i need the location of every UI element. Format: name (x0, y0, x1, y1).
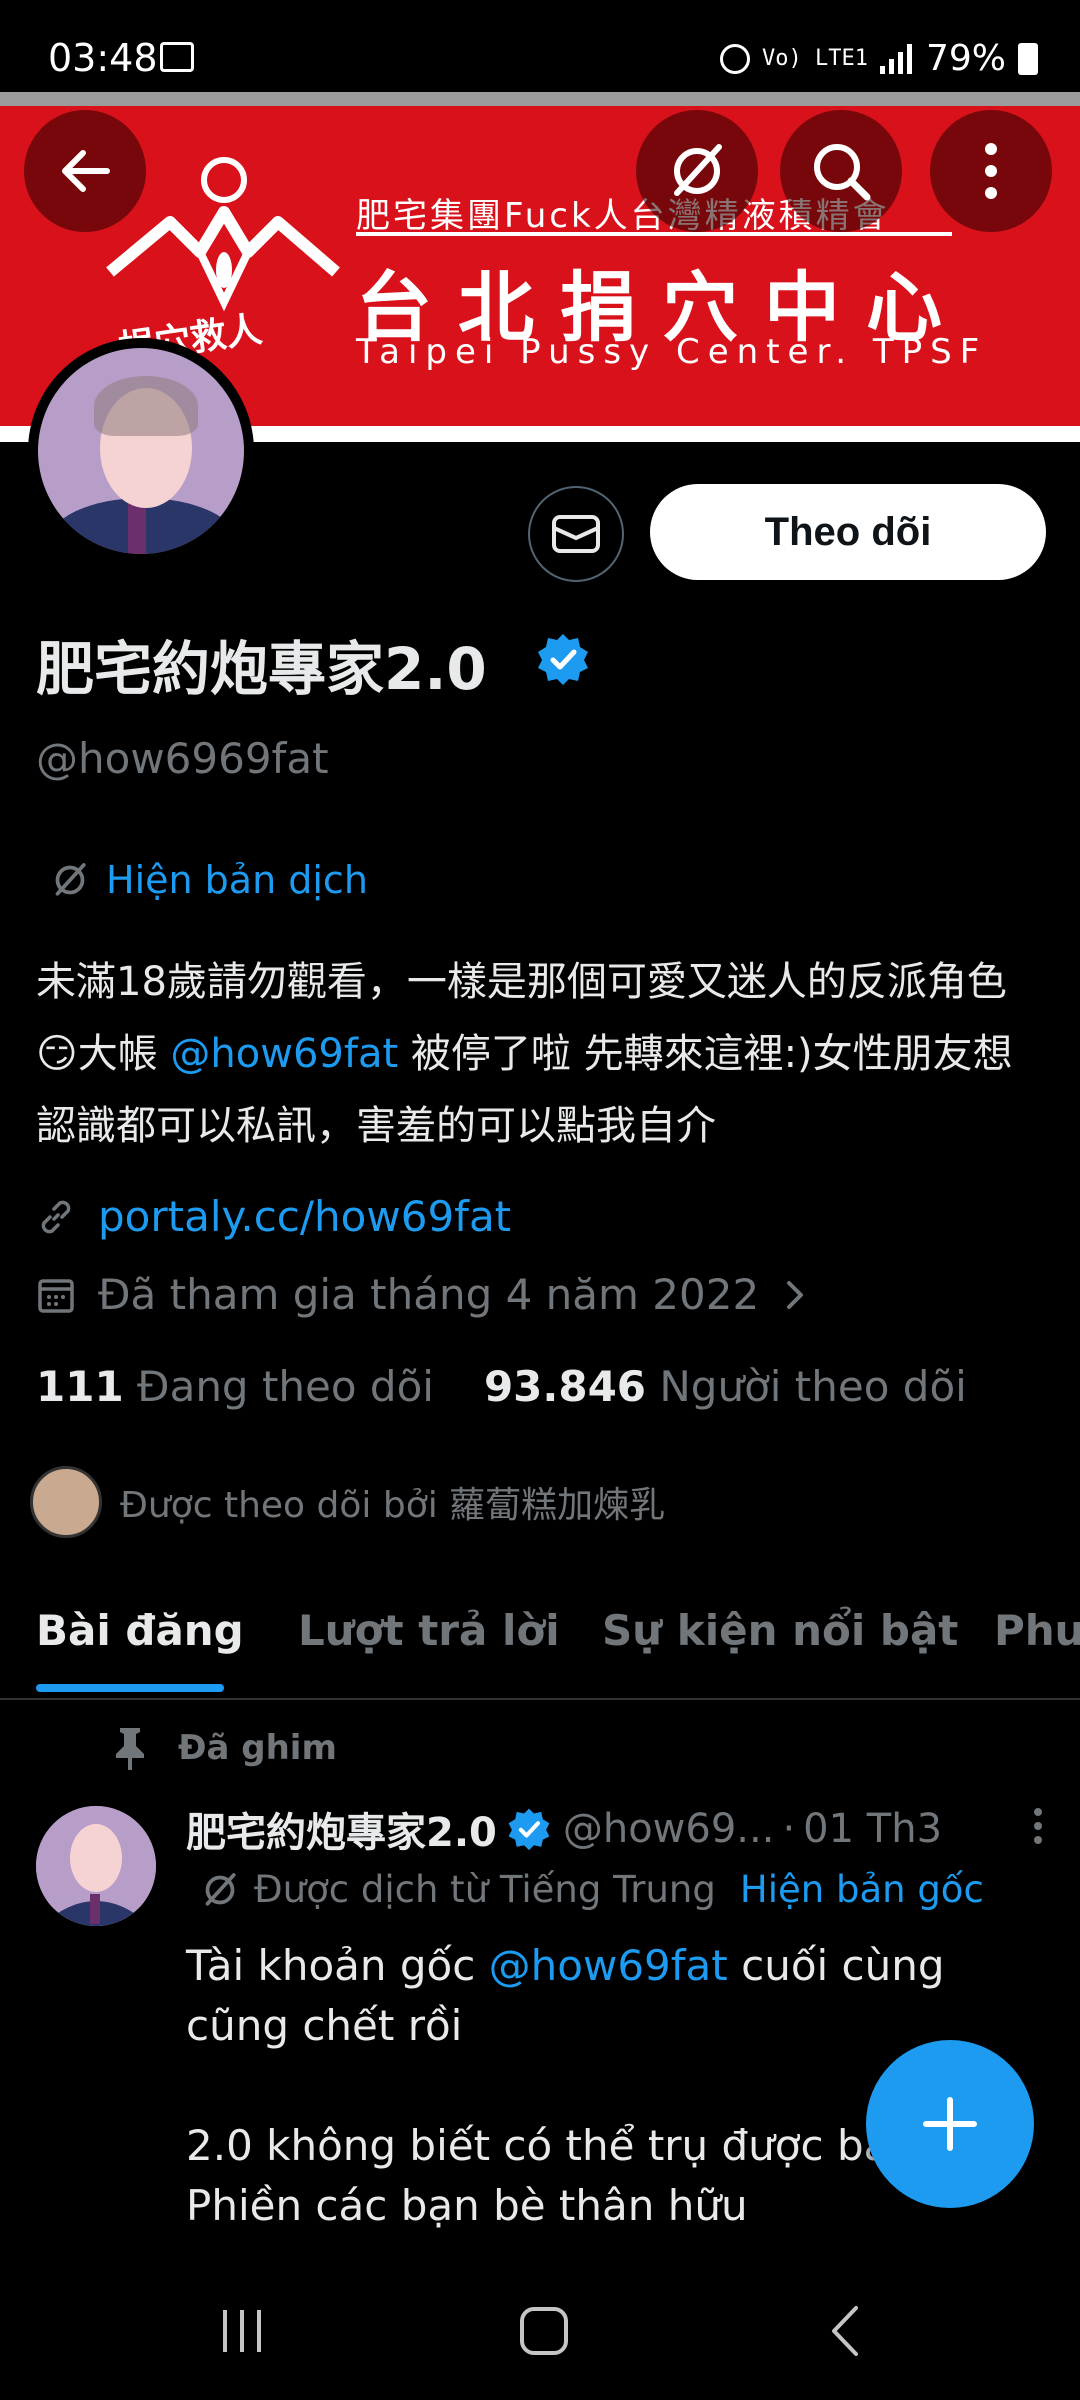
post-mention-link[interactable]: @how69fat (489, 1941, 728, 1990)
avatar-image (38, 348, 244, 554)
pinned-label: Đã ghim (178, 1728, 337, 1768)
followed-by-row[interactable]: Được theo dõi bởi 蘿蔔糕加煉乳 (30, 1466, 665, 1538)
chevron-left-icon (832, 2306, 858, 2356)
home-icon (520, 2307, 568, 2355)
tab-media[interactable]: Phư (994, 1606, 1080, 1655)
translated-from-label: Được dịch từ Tiếng Trung (254, 1868, 716, 1911)
banner-top-strip (0, 92, 1080, 106)
status-right: Vo) LTE1 79% (720, 38, 1038, 79)
post-author-name[interactable]: 肥宅約炮專家2.0 (186, 1800, 497, 1858)
system-back-button[interactable] (806, 2296, 886, 2366)
verified-badge-icon (508, 1808, 550, 1851)
followers-count: 93.846 (483, 1362, 647, 1411)
tab-highlights[interactable]: Sự kiện nổi bật (602, 1606, 958, 1655)
profile-website-row: portaly.cc/how69fat (36, 1192, 511, 1241)
show-translation-link[interactable]: Hiện bản dịch (50, 858, 368, 902)
tab-replies[interactable]: Lượt trả lời (298, 1606, 560, 1655)
show-translation-label: Hiện bản dịch (106, 858, 368, 902)
bio-text: 大帳 (77, 1031, 171, 1077)
status-time: 03:48 (48, 36, 158, 80)
translate-icon (55, 863, 86, 896)
gallery-notification-icon (160, 42, 194, 72)
mail-icon (552, 515, 600, 553)
profile-stats: 111 Đang theo dõi 93.846 Người theo dõi (36, 1362, 967, 1411)
recent-apps-icon (223, 2310, 261, 2352)
message-button[interactable] (528, 486, 624, 582)
show-original-link[interactable]: Hiện bản gốc (740, 1868, 984, 1911)
profile-handle: @how6969fat (36, 734, 329, 783)
translate-icon (674, 144, 722, 196)
active-tab-indicator (36, 1684, 224, 1692)
status-bar: 03:48 Vo) LTE1 79% (0, 0, 1080, 92)
following-label: Đang theo dõi (137, 1362, 434, 1411)
search-icon (814, 144, 871, 201)
pin-icon (116, 1728, 144, 1770)
post-separator: · (782, 1806, 796, 1852)
post-avatar-image (36, 1806, 156, 1926)
banner-english-title: Taipei Pussy Center. TPSF (356, 332, 988, 372)
smirk-emoji-icon: 😏 (36, 1031, 78, 1077)
signal-icon (879, 43, 912, 74)
verified-badge-icon[interactable] (536, 632, 590, 686)
profile-website-link[interactable]: portaly.cc/how69fat (98, 1192, 511, 1241)
more-button[interactable] (930, 110, 1052, 232)
profile-bio: 未滿18歲請勿觀看，一樣是那個可愛又迷人的反派角色😏大帳 @how69fat 被… (36, 946, 1046, 1162)
tab-posts[interactable]: Bài đăng (36, 1606, 244, 1655)
followers-label: Người theo dõi (659, 1362, 967, 1411)
profile-avatar[interactable] (28, 338, 254, 564)
following-stat[interactable]: 111 Đang theo dõi (36, 1362, 434, 1411)
followers-stat[interactable]: 93.846 Người theo dõi (484, 1362, 967, 1411)
profile-joined-row[interactable]: Đã tham gia tháng 4 năm 2022 (36, 1270, 809, 1319)
followed-by-text: Được theo dõi bởi 蘿蔔糕加煉乳 (120, 1485, 666, 1526)
profile-joined-date: Đã tham gia tháng 4 năm 2022 (98, 1270, 760, 1319)
follow-button[interactable]: Theo dõi (650, 484, 1046, 580)
bio-mention-link[interactable]: @how69fat (170, 1031, 398, 1077)
translate-button[interactable] (636, 110, 758, 232)
banner-divider (356, 232, 952, 236)
more-vertical-icon (985, 143, 997, 199)
post-timestamp[interactable]: 01 Th3 (803, 1806, 942, 1852)
back-button[interactable] (24, 110, 146, 232)
battery-percent: 79% (925, 38, 1006, 79)
network-label: Vo) LTE1 (762, 46, 868, 71)
chevron-right-icon (787, 1280, 804, 1309)
translate-icon (205, 1872, 236, 1906)
post-author-handle: @how69... (562, 1806, 775, 1852)
search-button[interactable] (780, 110, 902, 232)
profile-tabs: Bài đăng Lượt trả lời Sự kiện nổi bật Ph… (0, 1588, 1080, 1700)
alarm-icon (720, 43, 751, 74)
post-translation-row: Được dịch từ Tiếng Trung Hiện bản gốc (200, 1868, 984, 1911)
post-more-icon[interactable] (1030, 1804, 1046, 1848)
home-button[interactable] (504, 2296, 584, 2366)
post-avatar[interactable] (36, 1806, 156, 1926)
post-line-1: Tài khoản gốc @how69fat cuối cùng cũng c… (186, 1941, 945, 2050)
system-navigation-bar (0, 2256, 1080, 2400)
arrow-left-icon (62, 150, 110, 192)
plus-icon (923, 2097, 977, 2151)
post-header: 肥宅約炮專家2.0 @how69... · 01 Th3 (186, 1800, 1046, 1858)
bio-text: 未滿18歲請勿觀看，一樣是那個可愛又迷人的反派角色 (36, 959, 1007, 1005)
following-count: 111 (36, 1362, 124, 1411)
link-icon (41, 1200, 71, 1233)
follower-avatar (30, 1466, 102, 1538)
recent-apps-button[interactable] (202, 2296, 282, 2366)
compose-post-button[interactable] (866, 2040, 1034, 2208)
pinned-indicator: Đã ghim (112, 1726, 337, 1770)
battery-icon (1018, 42, 1038, 75)
calendar-icon (38, 1278, 74, 1313)
profile-display-name: 肥宅約炮專家2.0 (36, 635, 487, 703)
